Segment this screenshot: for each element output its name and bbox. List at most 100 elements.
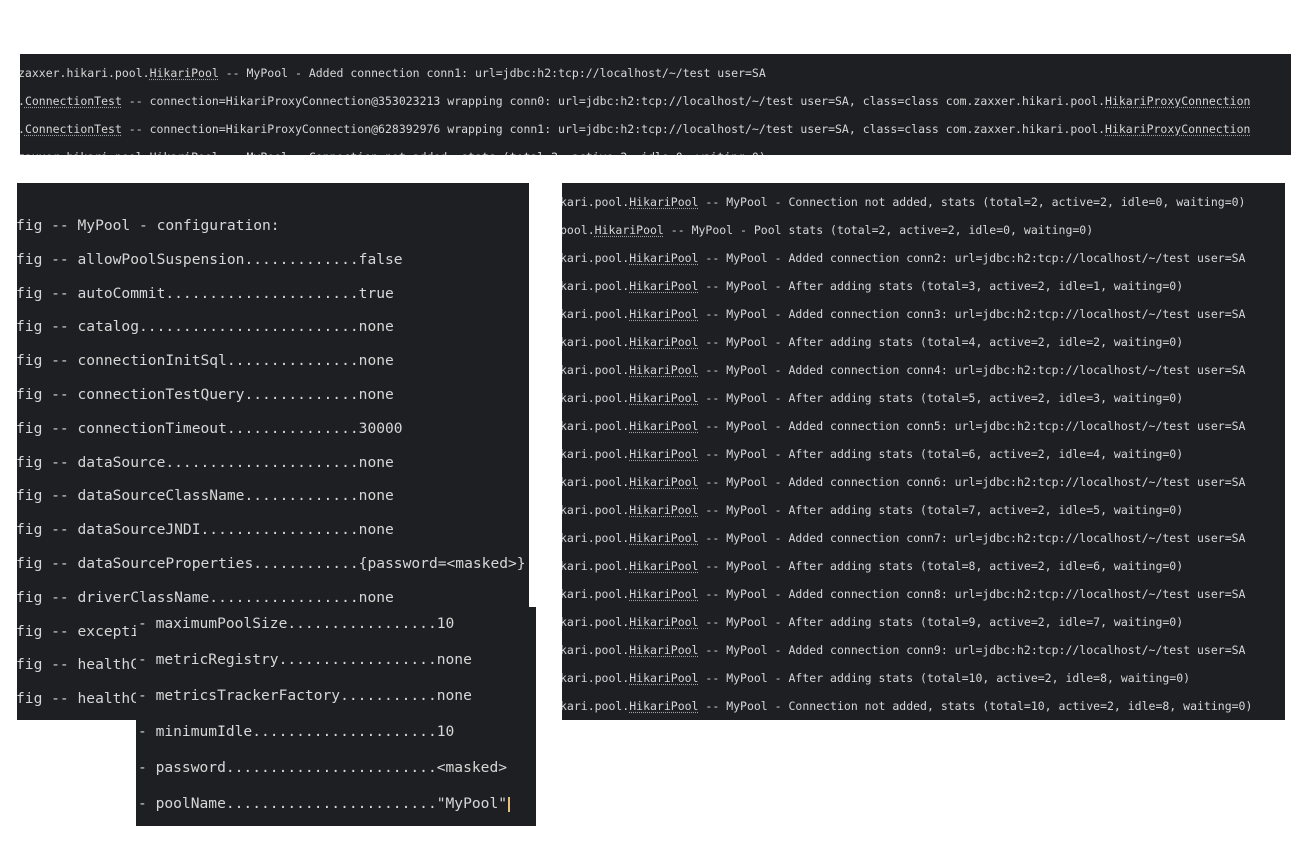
log-text: -- connection=HikariProxyConnection@6283… (121, 122, 1106, 136)
log-text: -- MyPool - Added connection conn4: url=… (698, 363, 1246, 377)
log-line: fig -- dataSourceClassName.............n… (17, 487, 394, 505)
log-text: -- MyPool - Added connection conn6: url=… (698, 475, 1246, 489)
log-text: -- MyPool - Connection not added, stats … (698, 699, 1253, 713)
log-text: -- MyPool - Connection not added, stats … (219, 150, 766, 155)
class-name-token: HikariPool (629, 503, 699, 517)
log-text: -- MyPool - After adding stats (total=9,… (698, 615, 1184, 629)
log-text: kari.pool. (562, 251, 630, 265)
stats-log-panel[interactable]: kari.pool.HikariPool -- MyPool - Connect… (562, 183, 1285, 720)
log-text: -- MyPool - Added connection conn1: url=… (218, 66, 766, 80)
log-line: fig -- connectionTimeout...............3… (17, 419, 403, 437)
log-text: -- connection=HikariProxyConnection@3530… (121, 94, 1106, 108)
log-line: kari.pool.HikariPool -- MyPool - After a… (562, 671, 1190, 685)
log-text: kari.pool. (562, 615, 630, 629)
class-name-token: HikariPool (629, 335, 699, 349)
class-name-token: HikariProxyConnection (1105, 94, 1251, 108)
log-text: -- MyPool - After adding stats (total=5,… (698, 391, 1184, 405)
log-text: kari.pool. (562, 559, 630, 573)
log-text: kari.pool. (562, 447, 630, 461)
log-text: kari.pool. (562, 391, 630, 405)
text-cursor (508, 797, 511, 812)
log-line: kari.pool.HikariPool -- MyPool - After a… (562, 391, 1183, 405)
log-text: -- MyPool - Added connection conn8: url=… (698, 587, 1246, 601)
log-text: -- MyPool - Added connection conn5: url=… (698, 419, 1246, 433)
class-name-token: HikariPool (629, 363, 699, 377)
log-line: fig -- connectionTestQuery.............n… (17, 386, 394, 403)
log-text: -- MyPool - After adding stats (total=3,… (698, 279, 1184, 293)
class-name-token: HikariPool (629, 559, 699, 573)
log-text: zaxxer.hikari.pool. (20, 150, 150, 155)
log-line: - metricRegistry..................none (138, 651, 472, 668)
class-name-token: ConnectionTest (24, 94, 122, 108)
log-text: kari.pool. (562, 307, 630, 321)
log-line: kari.pool.HikariPool -- MyPool - After a… (562, 447, 1183, 461)
log-text: pool. (562, 223, 595, 237)
class-name-token: HikariPool (629, 251, 699, 265)
log-line: kari.pool.HikariPool -- MyPool - After a… (562, 559, 1183, 573)
log-line: fig -- driverClassName.................n… (17, 588, 394, 606)
log-line: kari.pool.HikariPool -- MyPool - Added c… (562, 531, 1245, 545)
log-line: fig -- catalog.........................n… (17, 318, 394, 336)
log-line: fig -- connectionInitSql...............n… (17, 352, 394, 370)
log-line: kari.pool.HikariPool -- MyPool - Added c… (562, 363, 1245, 377)
log-text: kari.pool. (562, 419, 630, 433)
log-line: zaxxer.hikari.pool.HikariPool -- MyPool … (20, 150, 766, 155)
class-name-token: HikariPool (629, 195, 699, 209)
log-line: fig -- dataSourceProperties............{… (17, 555, 526, 572)
log-line: fig -- autoCommit......................t… (17, 284, 394, 302)
log-text: kari.pool. (562, 475, 630, 489)
log-line: fig -- MyPool - configuration: (17, 217, 280, 234)
log-text: -- MyPool - Pool stats (total=2, active=… (663, 223, 1094, 237)
log-line: - maximumPoolSize.................10 (138, 615, 455, 632)
log-text: kari.pool. (562, 699, 630, 713)
class-name-token: HikariPool (150, 150, 219, 155)
log-text: kari.pool. (562, 363, 630, 377)
class-name-token: HikariPool (629, 447, 699, 461)
log-text: kari.pool. (562, 643, 630, 657)
top-log-panel[interactable]: zaxxer.hikari.pool.HikariPool -- MyPool … (20, 54, 1291, 155)
log-text: -- MyPool - After adding stats (total=7,… (698, 503, 1184, 517)
log-text: -- MyPool - After adding stats (total=4,… (698, 335, 1184, 349)
log-line: kari.pool.HikariPool -- MyPool - Connect… (562, 195, 1245, 209)
log-line: kari.pool.HikariPool -- MyPool - Added c… (562, 307, 1245, 321)
log-text: -- MyPool - After adding stats (total=6,… (698, 447, 1184, 461)
log-text: kari.pool. (562, 195, 630, 209)
config-log-overlay-panel[interactable]: - maximumPoolSize.................10 - me… (136, 607, 536, 826)
log-line: .ConnectionTest -- connection=HikariProx… (20, 122, 1250, 136)
class-name-token: HikariPool (629, 391, 699, 405)
log-line: fig -- healthC (17, 656, 140, 674)
log-line: kari.pool.HikariPool -- MyPool - After a… (562, 279, 1183, 293)
log-line: kari.pool.HikariPool -- MyPool - After a… (562, 335, 1183, 349)
log-text: kari.pool. (562, 279, 630, 293)
class-name-token: HikariPool (629, 279, 699, 293)
log-text: -- MyPool - After adding stats (total=8,… (698, 559, 1184, 573)
class-name-token: HikariPool (149, 66, 219, 80)
log-line: - minimumIdle.....................10 (138, 723, 455, 740)
log-text: kari.pool. (562, 503, 630, 517)
log-text: -- MyPool - Added connection conn2: url=… (698, 251, 1246, 265)
class-name-token: HikariProxyConnection (1105, 122, 1251, 136)
log-line: kari.pool.HikariPool -- MyPool - Added c… (562, 419, 1245, 433)
class-name-token: HikariPool (629, 475, 699, 489)
class-name-token: HikariPool (629, 643, 699, 657)
class-name-token: HikariPool (629, 307, 699, 321)
log-text: kari.pool. (562, 335, 630, 349)
class-name-token: HikariPool (629, 671, 699, 685)
log-line: kari.pool.HikariPool -- MyPool - Added c… (562, 251, 1245, 265)
class-name-token: HikariPool (594, 223, 664, 237)
log-line: zaxxer.hikari.pool.HikariPool -- MyPool … (20, 66, 766, 80)
log-line: .ConnectionTest -- connection=HikariProx… (20, 94, 1250, 108)
log-line: kari.pool.HikariPool -- MyPool - Added c… (562, 643, 1245, 657)
class-name-token: HikariPool (629, 587, 699, 601)
log-line: - metricsTrackerFactory...........none (138, 687, 472, 704)
log-text: kari.pool. (562, 531, 630, 545)
log-line: pool.HikariPool -- MyPool - Pool stats (… (562, 223, 1093, 237)
log-line: fig -- healthC (17, 690, 140, 708)
log-text: kari.pool. (562, 587, 630, 601)
log-text: -- MyPool - Added connection conn3: url=… (698, 307, 1246, 321)
log-line: fig -- excepti (17, 622, 140, 640)
class-name-token: ConnectionTest (24, 122, 122, 136)
class-name-token: HikariPool (629, 419, 699, 433)
log-text: zaxxer.hikari.pool. (20, 66, 150, 80)
log-line: kari.pool.HikariPool -- MyPool - Added c… (562, 587, 1245, 601)
